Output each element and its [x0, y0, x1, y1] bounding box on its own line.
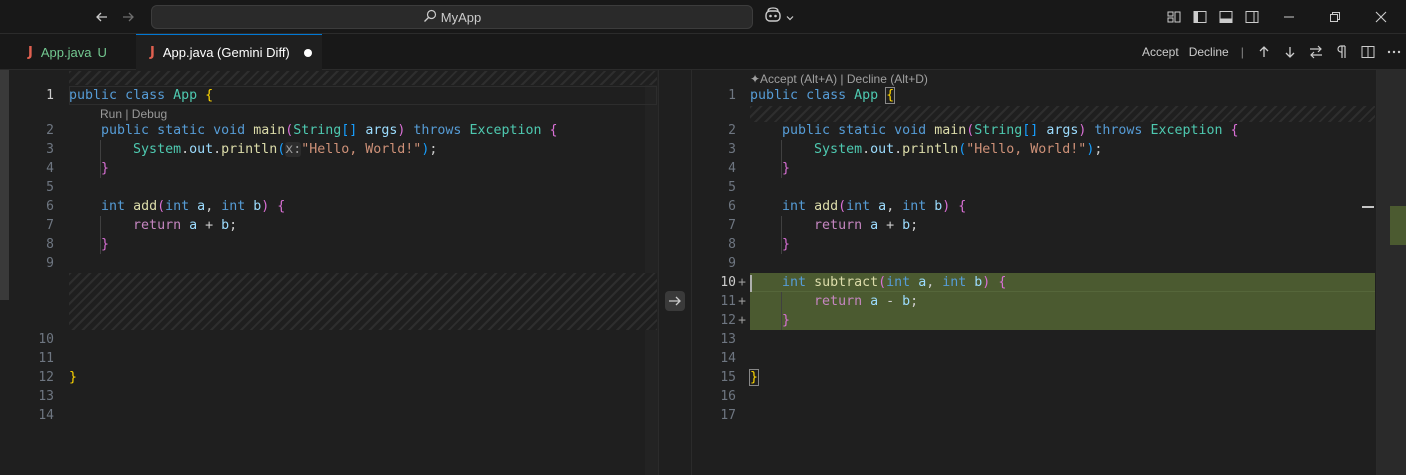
left-scrollbar[interactable]	[0, 70, 9, 300]
copilot-icon	[764, 7, 782, 27]
code-line: public class App {	[69, 88, 214, 103]
code-line: int add(int a, int b) {	[101, 199, 286, 214]
decline-button[interactable]: Decline	[1189, 45, 1229, 59]
diff-divider	[658, 70, 692, 475]
line-number: 1	[728, 88, 736, 103]
code-line-added: int subtract(int a, int b) {	[782, 275, 1007, 290]
diff-fill-inserted-placeholder	[69, 273, 657, 330]
minimize-icon[interactable]	[1266, 0, 1312, 34]
title-bar: MyApp	[0, 0, 1406, 34]
back-arrow-icon[interactable]	[92, 7, 112, 27]
toggle-secondary-sidebar-icon[interactable]	[1244, 9, 1260, 25]
line-number: 9	[46, 256, 54, 271]
accept-button[interactable]: Accept	[1142, 45, 1179, 59]
show-whitespace-icon[interactable]	[1334, 44, 1350, 60]
line-number: 3	[46, 142, 54, 157]
forward-arrow-icon[interactable]	[118, 7, 138, 27]
line-number: 5	[46, 180, 54, 195]
next-change-icon[interactable]	[1282, 44, 1298, 60]
toggle-panel-icon[interactable]	[1218, 9, 1234, 25]
chevron-down-icon	[785, 8, 795, 27]
code-line: }	[101, 161, 110, 176]
tab-label: App.java (Gemini Diff)	[162, 45, 290, 60]
line-number: 2	[728, 123, 736, 138]
search-icon	[423, 8, 437, 27]
tab-app-java-gemini-diff[interactable]: J App.java (Gemini Diff)	[136, 34, 322, 70]
code-line: }	[782, 237, 791, 252]
customize-layout-icon[interactable]	[1166, 9, 1182, 25]
line-number: 7	[728, 218, 736, 233]
diff-toolbar: Accept Decline |	[1142, 34, 1406, 70]
code-line: }	[101, 237, 110, 252]
codelens-run-debug[interactable]: Run | Debug	[100, 106, 167, 122]
code-line: return a + b;	[133, 218, 238, 233]
code-line: return a + b;	[814, 218, 919, 233]
split-editor-icon[interactable]	[1360, 44, 1376, 60]
line-number: 8	[728, 237, 736, 252]
code-line: public static void main(String[] args) t…	[782, 123, 1239, 138]
untracked-badge: U	[97, 44, 107, 60]
code-line: int add(int a, int b) {	[782, 199, 967, 214]
line-number: 14	[38, 408, 54, 423]
line-number: 5	[728, 180, 736, 195]
added-line-marker: +	[738, 294, 746, 309]
layout-controls	[1166, 9, 1260, 25]
line-number: 8	[46, 237, 54, 252]
code-line: }	[748, 369, 760, 386]
restore-icon[interactable]	[1312, 0, 1358, 34]
code-line: }	[69, 370, 78, 385]
more-actions-icon[interactable]	[1386, 44, 1402, 60]
code-line-added: return a - b;	[814, 294, 919, 309]
line-number: 13	[38, 389, 54, 404]
copilot-menu[interactable]	[764, 7, 795, 27]
code-line: public static void main(String[] args) t…	[101, 123, 558, 138]
tab-bar: J App.java U J App.java (Gemini Diff) Ac…	[0, 34, 1406, 70]
added-line-marker: +	[738, 313, 746, 328]
line-number: 1	[46, 88, 54, 103]
line-number: 10	[38, 332, 54, 347]
toolbar-separator: |	[1240, 45, 1244, 59]
added-line-marker: +	[738, 275, 746, 290]
line-number: 3	[728, 142, 736, 157]
line-number: 11	[38, 351, 54, 366]
code-line: public class App {	[750, 87, 896, 104]
line-number: 13	[720, 332, 736, 347]
line-number: 9	[728, 256, 736, 271]
tab-app-java[interactable]: J App.java U	[14, 34, 124, 70]
line-number: 15	[720, 370, 736, 385]
line-number: 6	[728, 199, 736, 214]
line-number: 17	[720, 408, 736, 423]
java-file-icon: J	[150, 45, 155, 60]
overview-ruler-added-region	[1390, 206, 1406, 245]
code-line-added: }	[782, 313, 791, 328]
toggle-primary-sidebar-icon[interactable]	[1192, 9, 1208, 25]
diff-fill-codelens-placeholder	[750, 106, 1375, 122]
overview-ruler-cursor-right	[1362, 206, 1374, 208]
revert-arrow-icon[interactable]	[665, 291, 685, 311]
diff-fill-top-left	[69, 71, 657, 85]
java-file-icon: J	[28, 44, 33, 60]
previous-change-icon[interactable]	[1256, 44, 1272, 60]
line-number: 16	[720, 389, 736, 404]
line-number: 14	[720, 351, 736, 366]
tab-label: App.java	[40, 44, 92, 60]
close-icon[interactable]	[1358, 0, 1404, 34]
line-number: 4	[728, 161, 736, 176]
right-scrollbar[interactable]	[1376, 70, 1406, 475]
line-number: 4	[46, 161, 54, 176]
code-line: System.out.println("Hello, World!");	[814, 142, 1103, 157]
command-center-text: MyApp	[440, 9, 482, 25]
line-number: 7	[46, 218, 54, 233]
unsaved-dot-icon[interactable]	[303, 48, 312, 57]
line-number: 6	[46, 199, 54, 214]
code-line: }	[782, 161, 791, 176]
swap-sides-icon[interactable]	[1308, 44, 1324, 60]
line-number: 12	[38, 370, 54, 385]
code-line: System.out.println(x:"Hello, World!");	[133, 142, 438, 157]
line-number: 2	[46, 123, 54, 138]
command-center-search[interactable]: MyApp	[151, 5, 753, 29]
